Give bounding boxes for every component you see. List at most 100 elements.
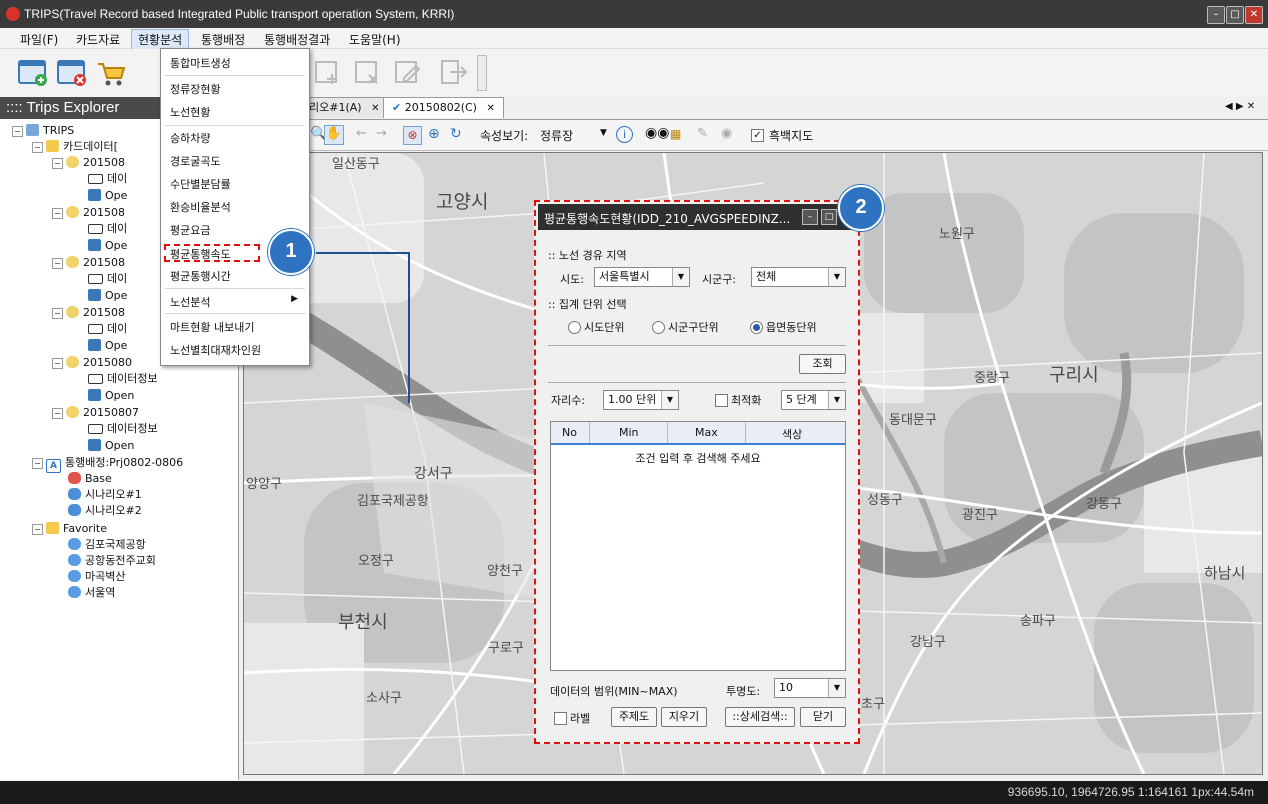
tree-node-open[interactable]: Ope <box>88 338 127 354</box>
query-button[interactable]: 조회 <box>799 354 846 374</box>
radio-eupmyeondong-unit[interactable] <box>750 321 763 334</box>
export-icon[interactable] <box>438 56 470 88</box>
pan-hand-icon[interactable]: ✋ <box>324 125 344 145</box>
menu-item-boarding[interactable]: 승하차량 <box>170 130 210 146</box>
menu-card-data[interactable]: 카드자료 <box>70 30 126 49</box>
menu-item-route-analysis[interactable]: 노선분석 ▶ <box>170 294 298 310</box>
forward-arrow-icon[interactable]: → <box>376 126 387 141</box>
tree-node-date[interactable]: − 201508 <box>52 255 125 271</box>
collapse-icon[interactable]: − <box>52 208 63 219</box>
tree-node-open[interactable]: Open <box>88 438 134 454</box>
pencil-icon[interactable]: ✎ <box>697 126 708 141</box>
menu-help[interactable]: 도움말(H) <box>343 30 407 49</box>
tree-node-base[interactable]: Base <box>68 471 112 487</box>
optimize-checkbox[interactable] <box>715 394 728 407</box>
collapse-icon[interactable]: − <box>32 524 43 535</box>
collapse-icon[interactable]: − <box>52 258 63 269</box>
tree-node-date[interactable]: − 201508 <box>52 305 125 321</box>
crosshair-icon[interactable]: ⊕ <box>428 126 440 142</box>
tree-node-date[interactable]: − 20150807 <box>52 405 139 421</box>
opacity-select[interactable]: 10 ▼ <box>774 678 846 698</box>
maximize-icon[interactable]: □ <box>821 209 837 225</box>
remove-layer-icon[interactable] <box>352 56 384 88</box>
menu-status-analysis[interactable]: 현황분석 <box>131 29 190 50</box>
collapse-icon[interactable]: − <box>52 408 63 419</box>
tree-node-root[interactable]: − TRIPS <box>12 123 74 139</box>
tree-node-date[interactable]: − 201508 <box>52 205 125 221</box>
menu-item-transfer-ratio[interactable]: 환승비율분석 <box>170 199 231 215</box>
maximize-button[interactable]: □ <box>1226 6 1244 24</box>
tab-20150802[interactable]: ✔ 20150802(C) ✕ <box>383 97 504 118</box>
menu-item-modal-share[interactable]: 수단별분담률 <box>170 176 231 192</box>
back-arrow-icon[interactable]: ← <box>356 126 367 141</box>
menu-assign-result[interactable]: 통행배정결과 <box>258 30 336 49</box>
theme-map-button[interactable]: 주제도 <box>611 707 657 727</box>
radio-sigungu-unit[interactable] <box>652 321 665 334</box>
collapse-icon[interactable]: − <box>32 458 43 469</box>
minimize-icon[interactable]: – <box>802 209 818 225</box>
menu-item-route-status[interactable]: 노선현황 <box>170 104 210 120</box>
tree-node-data-info[interactable]: 데이터정보 <box>88 371 158 387</box>
digits-select[interactable]: 1.00 단위 ▼ <box>603 390 679 410</box>
menu-item-average-time[interactable]: 평균통행시간 <box>170 268 231 284</box>
tree-node-favorite-item[interactable]: 공항동전주교회 <box>68 553 156 569</box>
close-project-icon[interactable] <box>56 56 88 88</box>
tree-node-data-info[interactable]: 데이 <box>88 271 127 287</box>
info-icon[interactable]: i <box>616 126 633 143</box>
edit-layer-icon[interactable] <box>392 56 424 88</box>
attr-view-select[interactable]: 정류장 <box>540 127 573 144</box>
collapse-icon[interactable]: − <box>52 158 63 169</box>
tab-scenario[interactable]: 리오#1(A) ✕ <box>300 97 389 118</box>
close-icon[interactable]: ✕ <box>371 103 379 114</box>
tree-node-scenario[interactable]: 시나리오#2 <box>68 503 142 519</box>
tree-node-favorite-item[interactable]: 서울역 <box>68 585 115 601</box>
minimize-button[interactable]: – <box>1207 6 1225 24</box>
collapse-icon[interactable]: − <box>52 358 63 369</box>
tree-node-favorite[interactable]: − Favorite <box>32 521 107 537</box>
chevron-down-icon[interactable]: ▼ <box>600 128 607 138</box>
menu-traffic-assign[interactable]: 통행배정 <box>195 30 251 49</box>
menu-item-create-mart[interactable]: 통합마트생성 <box>170 55 231 71</box>
label-checkbox[interactable] <box>554 712 567 725</box>
collapse-icon[interactable]: − <box>32 142 43 153</box>
tree-node-data-info[interactable]: 데이 <box>88 221 127 237</box>
new-project-icon[interactable] <box>17 56 49 88</box>
bw-map-checkbox[interactable]: ✓ <box>751 129 764 142</box>
tree-node-data-info[interactable]: 데이 <box>88 171 127 187</box>
steps-select[interactable]: 5 단계 ▼ <box>781 390 846 410</box>
detail-search-button[interactable]: ::상세검색:: <box>725 707 795 727</box>
menu-item-max-load[interactable]: 노선별최대재차인원 <box>170 342 261 358</box>
sido-select[interactable]: 서울특별시 ▼ <box>594 267 690 287</box>
clear-button[interactable]: 지우기 <box>661 707 707 727</box>
collapse-icon[interactable]: − <box>12 126 23 137</box>
cart-icon[interactable] <box>95 56 127 88</box>
tree-node-data-info[interactable]: 데이 <box>88 321 127 337</box>
menu-item-route-curvature[interactable]: 경로굴곡도 <box>170 153 221 169</box>
stop-icon[interactable]: ◉ <box>721 126 732 141</box>
tree-node-card-data[interactable]: − 카드데이터[ <box>32 139 118 155</box>
layer-grid-icon[interactable]: ▦ <box>670 127 681 141</box>
toolbar-overflow-handle[interactable] <box>477 55 487 91</box>
menu-item-stop-status[interactable]: 정류장현황 <box>170 81 221 97</box>
tree-node-data-info[interactable]: 데이터정보 <box>88 421 158 437</box>
select-tool-icon[interactable]: ⊗ <box>403 126 422 145</box>
menu-item-export-mart[interactable]: 마트현황 내보내기 <box>170 319 254 335</box>
tab-nav-icons[interactable]: ◀ ▶ ✕ <box>1225 101 1255 112</box>
menu-file[interactable]: 파일(F) <box>14 30 64 49</box>
menu-item-average-fare[interactable]: 평균요금 <box>170 222 210 238</box>
tree-node-favorite-item[interactable]: 마곡벽산 <box>68 569 125 585</box>
tree-node-date[interactable]: − 201508 <box>52 155 125 171</box>
tree-node-open[interactable]: Ope <box>88 288 127 304</box>
tree-node-open[interactable]: Open <box>88 388 134 404</box>
radio-sido-unit[interactable] <box>568 321 581 334</box>
collapse-icon[interactable]: − <box>52 308 63 319</box>
tree-node-favorite-item[interactable]: 김포국제공항 <box>68 537 146 553</box>
tree-node-open[interactable]: Ope <box>88 238 127 254</box>
tree-node-scenario[interactable]: 시나리오#1 <box>68 487 142 503</box>
close-icon[interactable]: ✕ <box>486 103 494 114</box>
tree-node-open[interactable]: Ope <box>88 188 127 204</box>
tree-node-date[interactable]: − 2015080 <box>52 355 132 371</box>
menu-item-average-speed[interactable]: 평균통행속도 <box>164 244 260 262</box>
refresh-icon[interactable]: ↻ <box>450 126 462 142</box>
add-layer-icon[interactable] <box>312 56 344 88</box>
